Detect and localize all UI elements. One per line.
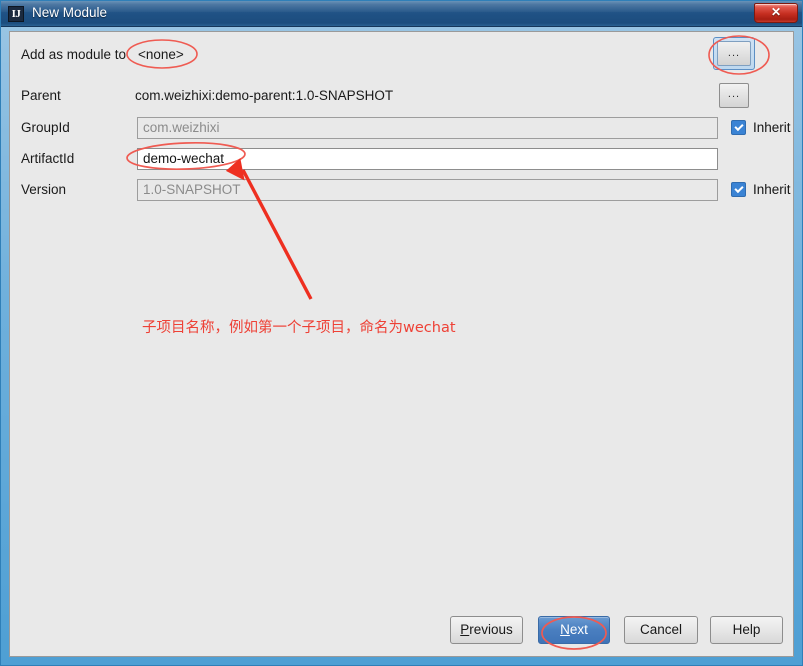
titlebar-gloss xyxy=(1,1,802,12)
add-as-module-to-value[interactable]: <none> xyxy=(138,47,184,62)
browse-module-button[interactable]: ... xyxy=(713,37,755,70)
previous-button-mnemonic: P xyxy=(460,622,470,637)
next-button-mnemonic: N xyxy=(560,622,570,637)
checkmark-icon xyxy=(731,120,746,135)
close-button[interactable]: ✕ xyxy=(754,3,798,23)
browse-parent-button[interactable]: ... xyxy=(719,83,749,108)
checkmark-icon xyxy=(731,182,746,197)
help-button[interactable]: Help xyxy=(710,616,783,644)
version-inherit-checkbox[interactable]: Inherit xyxy=(731,182,791,197)
dialog-body: Add as module to <none> ... Parent com.w… xyxy=(9,31,794,657)
artifact-id-input[interactable]: demo-wechat xyxy=(137,148,718,170)
group-id-inherit-checkbox[interactable]: Inherit xyxy=(731,120,791,135)
next-button-label: ext xyxy=(569,622,588,637)
version-input[interactable]: 1.0-SNAPSHOT xyxy=(137,179,718,201)
browse-module-button-label: ... xyxy=(717,41,751,66)
annotation-text: 子项目名称，例如第一个子项目，命名为wechat xyxy=(142,320,456,336)
previous-button-label: revious xyxy=(469,622,513,637)
next-button[interactable]: Next xyxy=(538,616,610,644)
cancel-button[interactable]: Cancel xyxy=(624,616,698,644)
window-title: New Module xyxy=(32,5,108,20)
previous-button[interactable]: Previous xyxy=(450,616,523,644)
group-id-label: GroupId xyxy=(21,120,70,135)
close-icon: ✕ xyxy=(770,5,782,19)
parent-value: com.weizhixi:demo-parent:1.0-SNAPSHOT xyxy=(135,88,394,103)
parent-label: Parent xyxy=(21,88,61,103)
window-titlebar: IJ New Module ✕ xyxy=(1,1,802,27)
version-inherit-label: Inherit xyxy=(753,182,791,197)
group-id-input[interactable]: com.weizhixi xyxy=(137,117,718,139)
artifact-id-label: ArtifactId xyxy=(21,151,75,166)
group-id-inherit-label: Inherit xyxy=(753,120,791,135)
intellij-idea-icon: IJ xyxy=(8,6,24,22)
version-label: Version xyxy=(21,182,67,197)
add-as-module-to-label: Add as module to xyxy=(21,47,127,62)
